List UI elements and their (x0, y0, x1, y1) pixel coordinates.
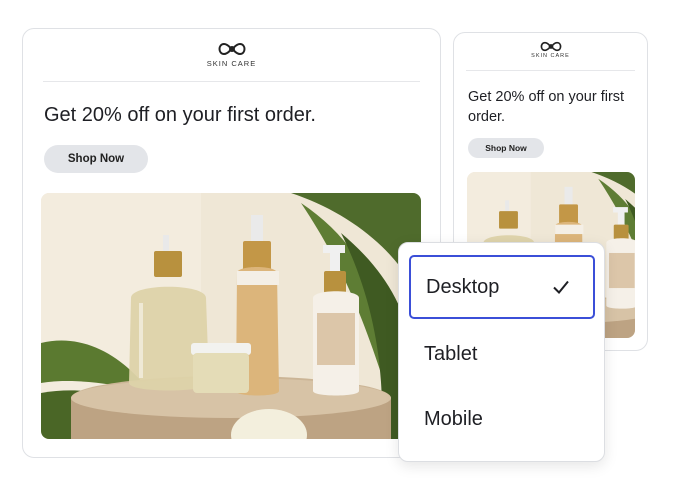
device-option-label: Mobile (424, 407, 483, 430)
header-divider (43, 81, 420, 82)
device-option-desktop[interactable]: Desktop (409, 255, 595, 319)
desktop-preview-card: SKIN CARE Get 20% off on your first orde… (22, 28, 441, 458)
header-divider (466, 70, 635, 71)
device-selector-menu: Desktop Tablet Mobile (398, 242, 605, 462)
brand-header: SKIN CARE (23, 42, 440, 68)
shop-now-button[interactable]: Shop Now (468, 138, 544, 158)
device-option-mobile[interactable]: Mobile (409, 387, 595, 451)
brand-name: SKIN CARE (206, 59, 257, 68)
promo-headline: Get 20% off on your first order. (468, 89, 625, 125)
device-option-label: Tablet (424, 342, 478, 365)
hero-image (41, 193, 421, 439)
brand-name: SKIN CARE (531, 53, 570, 59)
infinity-logo-icon (540, 41, 561, 52)
check-icon (553, 280, 569, 294)
infinity-logo-icon (218, 42, 245, 56)
brand-header: SKIN CARE (454, 41, 647, 59)
shop-now-button[interactable]: Shop Now (44, 145, 148, 173)
device-option-label: Desktop (426, 275, 500, 298)
promo-headline: Get 20% off on your first order. (44, 104, 316, 126)
device-option-tablet[interactable]: Tablet (409, 322, 595, 386)
